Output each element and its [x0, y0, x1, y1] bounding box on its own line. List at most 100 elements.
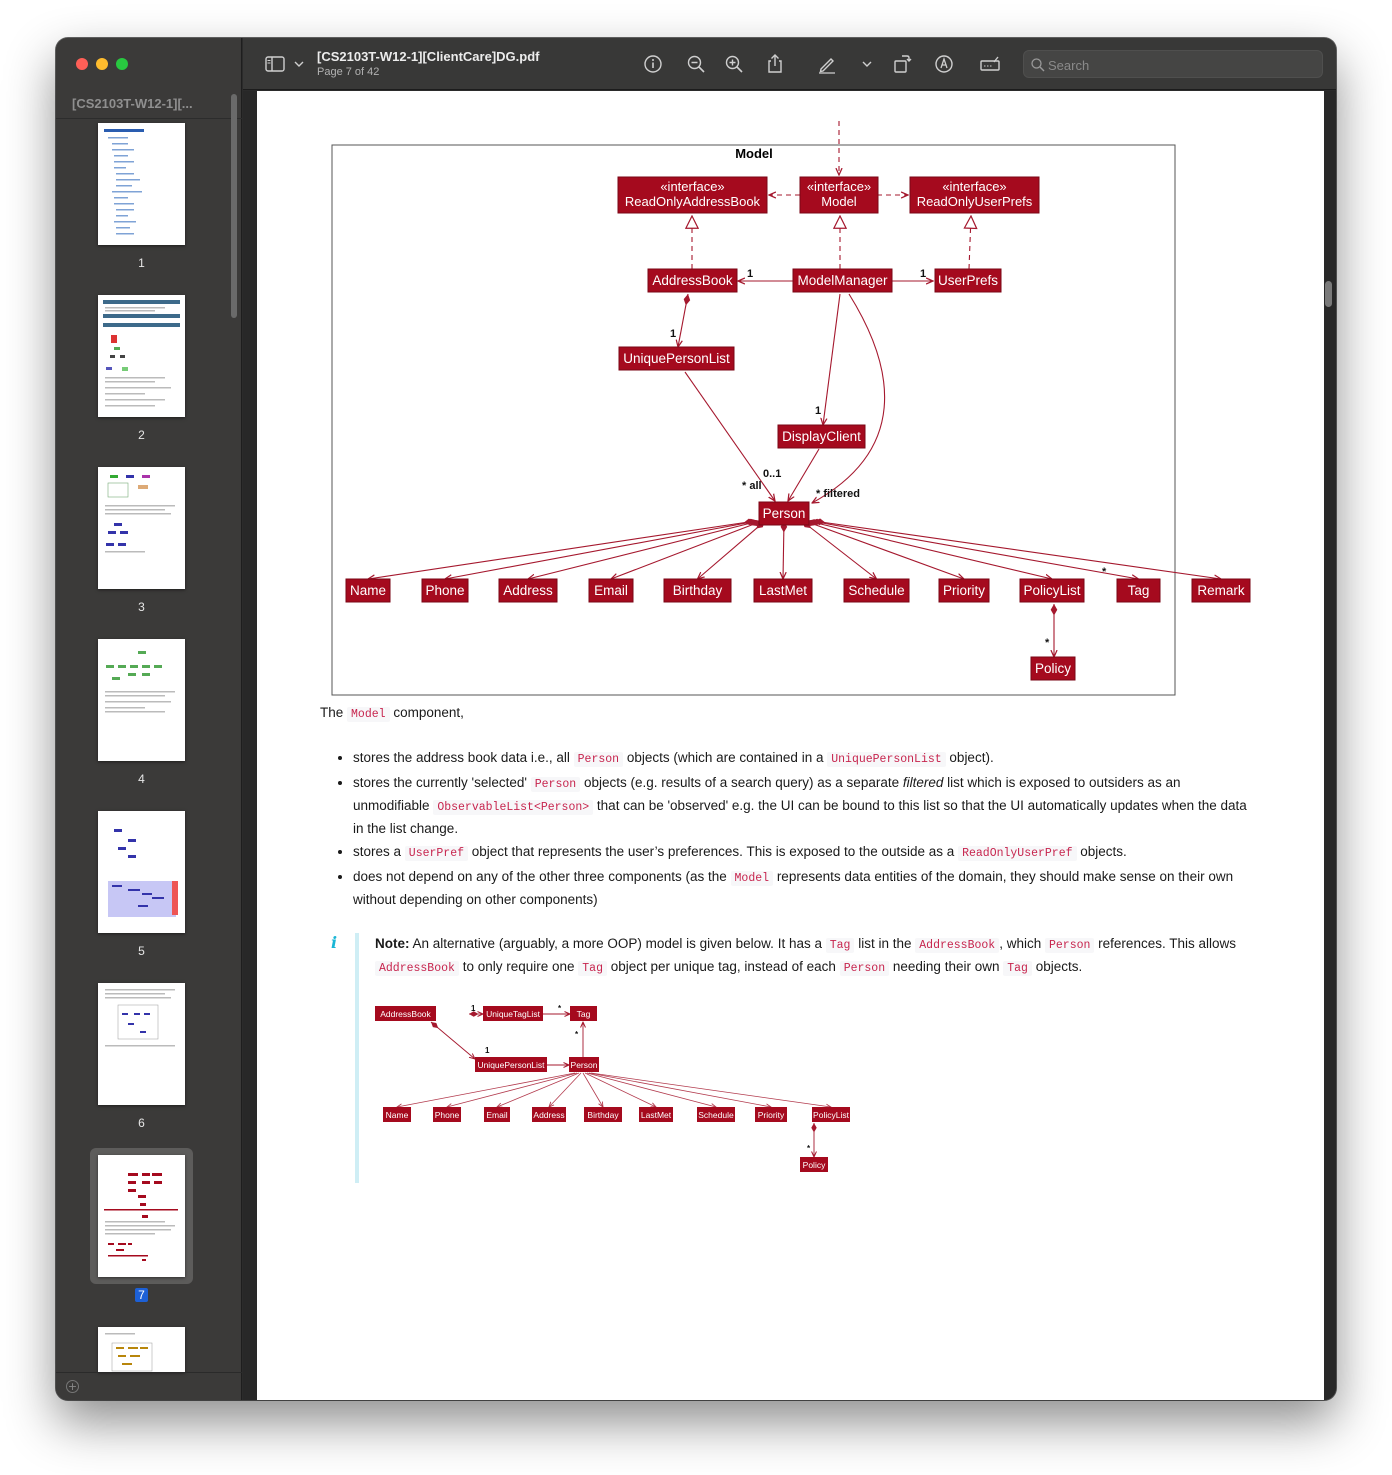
- class-priority-label: Priority: [943, 583, 985, 598]
- multiplicity-label: *: [1102, 566, 1107, 578]
- list-item: stores a UserPref object that represents…: [353, 841, 1253, 864]
- multiplicity-label: 1: [471, 1004, 476, 1013]
- multiplicity-label: * filtered: [816, 488, 860, 500]
- multiplicity-label: 0..1: [763, 468, 781, 480]
- page-thumbnail-8[interactable]: [98, 1327, 185, 1372]
- class-userprefs-label: UserPrefs: [938, 273, 998, 288]
- class-remark-label: Remark: [1197, 583, 1245, 598]
- small-class-policylist-label: PolicyList: [813, 1110, 850, 1120]
- note-bar: [355, 933, 359, 1183]
- class-name-label: Name: [350, 583, 386, 598]
- small-class-address-label: Address: [533, 1110, 564, 1120]
- small-class-uniquetaglist-label: UniqueTagList: [486, 1009, 541, 1019]
- small-class-birthday-label: Birthday: [587, 1110, 619, 1120]
- small-class-tag-label: Tag: [577, 1009, 591, 1019]
- class-displayclient-label: DisplayClient: [782, 429, 861, 444]
- class-tag-label: Tag: [1128, 583, 1150, 598]
- document-scrollbar[interactable]: [1325, 281, 1332, 307]
- class-person-label: Person: [763, 506, 806, 521]
- page-thumbnail-4[interactable]: [98, 639, 185, 761]
- document-area[interactable]: Model «interface» ReadOnlyAddressBook «i…: [243, 91, 1336, 1400]
- share-icon[interactable]: [763, 52, 787, 76]
- markup-menu-chevron-icon[interactable]: [855, 52, 872, 76]
- list-item: does not depend on any of the other thre…: [353, 866, 1253, 910]
- class-address-label: Address: [503, 583, 553, 598]
- multiplicity-label: 1: [747, 268, 753, 280]
- markup-pen-icon[interactable]: [815, 52, 839, 76]
- class-readonlyuserprefs-label: ReadOnlyUserPrefs: [917, 194, 1033, 209]
- zoom-out-icon[interactable]: [684, 52, 708, 76]
- page-thumbnail-3[interactable]: [98, 467, 185, 589]
- zoom-in-icon[interactable]: [722, 52, 746, 76]
- multiplicity-label: *: [558, 1004, 562, 1013]
- multiplicity-label: 1: [670, 328, 676, 340]
- class-birthday-label: Birthday: [673, 583, 723, 598]
- class-modelmanager-label: ModelManager: [797, 273, 888, 288]
- page-thumbnail-6[interactable]: [98, 983, 185, 1105]
- page-thumbnail-1[interactable]: [98, 123, 185, 245]
- thumbnail-label-6: 6: [138, 1116, 145, 1130]
- class-model-label: Model: [821, 194, 857, 209]
- multiplicity-label: *: [575, 1030, 579, 1039]
- sidebar-toggle-icon[interactable]: [263, 52, 287, 76]
- intro-sentence: The Model component,: [320, 705, 464, 722]
- thumbnail-label-3: 3: [138, 600, 145, 614]
- close-window-button[interactable]: [76, 58, 88, 70]
- note-text: Note: An alternative (arguably, a more O…: [375, 936, 1236, 976]
- small-class-person-label: Person: [571, 1060, 598, 1070]
- toolbar: [CS2103T-W12-1][ClientCare]DG.pdf Page 7…: [243, 38, 1336, 90]
- annotate-icon[interactable]: [932, 52, 956, 76]
- multiplicity-label: 1: [815, 405, 821, 417]
- thumbnail-label-1: 1: [138, 256, 145, 270]
- model-package-label: Model: [735, 146, 773, 161]
- class-phone-label: Phone: [425, 583, 464, 598]
- multiplicity-label: *: [807, 1144, 811, 1153]
- class-addressbook-label: AddressBook: [652, 273, 733, 288]
- info-icon[interactable]: [641, 52, 665, 76]
- class-policylist-label: PolicyList: [1023, 583, 1080, 598]
- search-input[interactable]: [1048, 55, 1308, 75]
- page-thumbnail-7[interactable]: [98, 1155, 185, 1277]
- small-class-addressbook-label: AddressBook: [380, 1009, 431, 1019]
- intro-text: component,: [393, 705, 464, 720]
- small-class-schedule-label: Schedule: [698, 1110, 734, 1120]
- inline-code: Model: [347, 707, 390, 722]
- thumbnail-label-7: 7: [116, 1288, 167, 1302]
- multiplicity-label: *: [1045, 637, 1050, 649]
- model-responsibilities-list: stores the address book data i.e., all P…: [353, 747, 1253, 912]
- search-field[interactable]: [1023, 50, 1323, 78]
- small-class-email-label: Email: [486, 1110, 507, 1120]
- zoom-window-button[interactable]: [116, 58, 128, 70]
- sidebar-bottom-bar: +: [56, 1372, 242, 1400]
- form-fill-icon[interactable]: [978, 52, 1002, 76]
- thumbnail-label-5: 5: [138, 944, 145, 958]
- model-package-frame: [331, 144, 1176, 696]
- small-class-uniquepersonlist-label: UniquePersonList: [477, 1060, 545, 1070]
- multiplicity-label: 1: [920, 268, 926, 280]
- thumbnail-sidebar: [CS2103T-W12-1][... 1 2 3 4 5 6 7 +: [56, 38, 242, 1400]
- page-thumbnail-2[interactable]: [98, 295, 185, 417]
- small-class-phone-label: Phone: [435, 1110, 460, 1120]
- class-email-label: Email: [594, 583, 628, 598]
- minimize-window-button[interactable]: [96, 58, 108, 70]
- small-class-priority-label: Priority: [758, 1110, 785, 1120]
- search-icon: [1031, 58, 1045, 72]
- class-lastmet-label: LastMet: [759, 583, 807, 598]
- page-thumbnail-5[interactable]: [98, 811, 185, 933]
- sidebar-document-title: [CS2103T-W12-1][...: [72, 96, 193, 111]
- class-readonlyaddressbook-label: «interface»: [660, 179, 724, 194]
- sidebar-divider: [56, 118, 242, 119]
- chevron-down-icon[interactable]: [287, 52, 304, 76]
- sidebar-scrollbar[interactable]: [231, 94, 237, 318]
- class-policy-label: Policy: [1035, 661, 1071, 676]
- note-admonition: i Note: An alternative (arguably, a more…: [331, 933, 1251, 1183]
- pdf-page: Model «interface» ReadOnlyAddressBook «i…: [257, 91, 1324, 1400]
- rotate-icon[interactable]: [890, 52, 914, 76]
- thumbnail-label-2: 2: [138, 428, 145, 442]
- list-item: stores the currently 'selected' Person o…: [353, 772, 1253, 839]
- class-readonlyaddressbook-label: ReadOnlyAddressBook: [625, 194, 761, 209]
- add-page-icon[interactable]: +: [66, 1380, 79, 1393]
- page-indicator: Page 7 of 42: [317, 66, 380, 78]
- alternative-model-diagram: AddressBook UniqueTagList Tag UniquePersonL…: [375, 1004, 850, 1172]
- multiplicity-label: 1: [485, 1046, 490, 1055]
